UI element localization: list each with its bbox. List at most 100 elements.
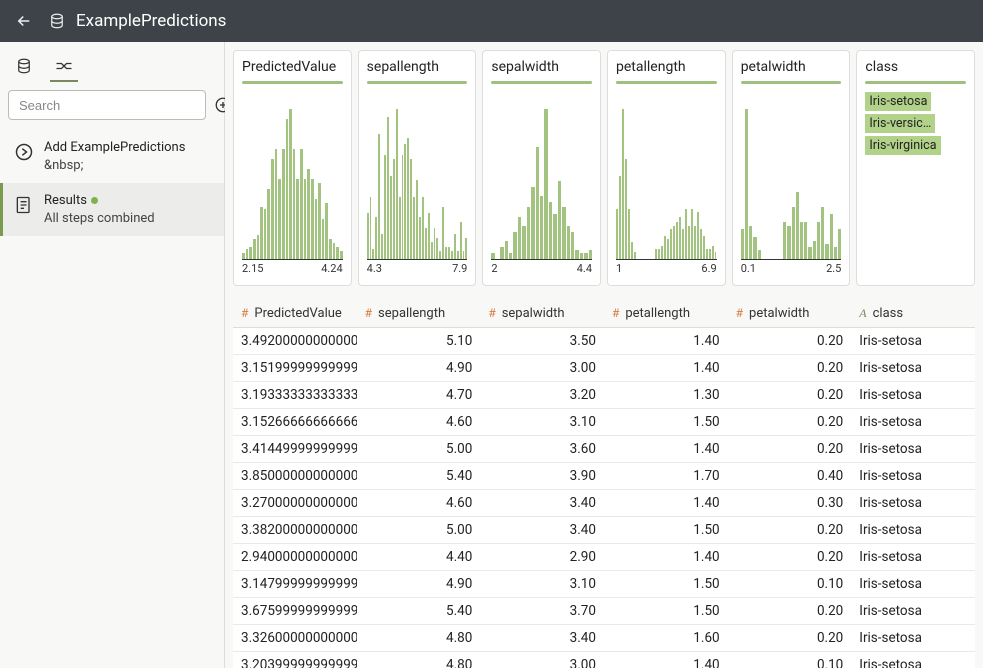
column-summary-card[interactable]: sepallength4.37.9 bbox=[358, 50, 477, 286]
histogram-bar bbox=[834, 247, 837, 259]
column-summary-card[interactable]: sepalwidth24.4 bbox=[482, 50, 601, 286]
histogram-bar bbox=[522, 226, 525, 259]
column-summary-card[interactable]: classIris-setosaIris-versic…Iris-virgini… bbox=[856, 50, 975, 286]
sidebar-item-label: Results bbox=[44, 193, 155, 208]
histogram-bar bbox=[622, 109, 624, 259]
sidebar-item-results[interactable]: Results All steps combined bbox=[0, 183, 224, 236]
histogram-bar bbox=[670, 229, 672, 259]
results-icon bbox=[14, 193, 34, 215]
table-cell: 3.50 bbox=[480, 328, 604, 355]
card-title: petallength bbox=[616, 59, 717, 75]
table-cell: Iris-setosa bbox=[851, 355, 975, 382]
table-cell: 0.10 bbox=[728, 652, 852, 668]
search-input[interactable] bbox=[8, 90, 206, 120]
histogram-bar bbox=[413, 197, 415, 260]
table-row[interactable]: 3.41449999999999855.003.601.400.20Iris-s… bbox=[233, 436, 975, 463]
column-header-label: sepalwidth bbox=[502, 306, 565, 321]
column-summary-card[interactable]: PredictedValue2.154.24 bbox=[233, 50, 352, 286]
histogram-bar bbox=[375, 217, 377, 259]
column-header[interactable]: #petalwidth bbox=[728, 300, 852, 328]
histogram-bar bbox=[336, 247, 339, 259]
table-row[interactable]: 3.15266666666666504.603.101.500.20Iris-s… bbox=[233, 409, 975, 436]
histogram-bar bbox=[800, 222, 803, 260]
histogram-bar bbox=[679, 217, 681, 259]
table-row[interactable]: 3.20399999999999904.803.001.400.10Iris-s… bbox=[233, 652, 975, 668]
histogram-bar bbox=[465, 238, 467, 259]
table-cell: 3.6759999999999980 bbox=[233, 598, 357, 625]
column-header-label: class bbox=[873, 306, 903, 321]
table-cell: 0.20 bbox=[728, 544, 852, 571]
table-cell: 1.50 bbox=[604, 409, 728, 436]
histogram-bar bbox=[271, 159, 274, 259]
table-cell: 1.50 bbox=[604, 571, 728, 598]
table-cell: 4.80 bbox=[357, 652, 481, 668]
card-title: sepallength bbox=[367, 59, 468, 75]
tab-datasets[interactable] bbox=[12, 52, 36, 80]
histogram-bar bbox=[838, 229, 841, 259]
table-row[interactable]: 3.32600000000000204.803.401.600.20Iris-s… bbox=[233, 625, 975, 652]
card-underline bbox=[865, 81, 966, 84]
histogram-bar bbox=[396, 109, 398, 259]
histogram-bar bbox=[527, 207, 530, 260]
card-title: petalwidth bbox=[741, 59, 842, 75]
histogram-bar bbox=[399, 197, 401, 260]
histogram-bar bbox=[322, 219, 325, 259]
sidebar-item-add[interactable]: Add ExamplePredictions &nbsp; bbox=[0, 130, 224, 183]
table-row[interactable]: 3.85000000000000305.403.901.700.40Iris-s… bbox=[233, 463, 975, 490]
column-summary-card[interactable]: petallength 16.9 bbox=[607, 50, 726, 286]
column-header[interactable]: #sepallength bbox=[357, 300, 481, 328]
table-cell: 0.40 bbox=[728, 463, 852, 490]
histogram-bar bbox=[340, 251, 343, 259]
column-header[interactable]: Aclass bbox=[851, 300, 975, 328]
column-header-label: petalwidth bbox=[749, 306, 809, 321]
column-header[interactable]: #petallength bbox=[604, 300, 728, 328]
histogram-bar bbox=[709, 249, 711, 259]
histogram: 0.12.5 bbox=[741, 92, 842, 273]
histogram-bar bbox=[286, 119, 289, 259]
histogram-bar bbox=[783, 222, 786, 260]
table-cell: 0.20 bbox=[728, 598, 852, 625]
card-underline bbox=[491, 81, 592, 84]
axis-labels: 24.4 bbox=[491, 262, 592, 275]
histogram-bar bbox=[367, 213, 369, 259]
histogram-bar bbox=[619, 176, 621, 259]
table-cell: 0.20 bbox=[728, 436, 852, 463]
column-summary-card[interactable]: petalwidth 0.12.5 bbox=[732, 50, 851, 286]
table-row[interactable]: 3.19333333333333254.703.201.300.20Iris-s… bbox=[233, 382, 975, 409]
table-cell: 4.80 bbox=[357, 625, 481, 652]
histogram-bar bbox=[289, 109, 292, 259]
table-cell: 4.60 bbox=[357, 490, 481, 517]
histogram-bar bbox=[562, 207, 565, 260]
table-cell: Iris-setosa bbox=[851, 463, 975, 490]
table-cell: 5.40 bbox=[357, 463, 481, 490]
histogram-bar bbox=[536, 147, 539, 260]
table-cell: Iris-setosa bbox=[851, 652, 975, 668]
histogram-bar bbox=[813, 241, 816, 259]
card-underline bbox=[741, 81, 842, 84]
table-cell: 0.20 bbox=[728, 328, 852, 355]
table-row[interactable]: 3.14799999999999754.903.101.500.10Iris-s… bbox=[233, 571, 975, 598]
back-button[interactable] bbox=[12, 9, 36, 33]
table-cell: 3.2700000000000020 bbox=[233, 490, 357, 517]
table-row[interactable]: 3.67599999999999805.403.701.500.20Iris-s… bbox=[233, 598, 975, 625]
table-row[interactable]: 3.38200000000000145.003.401.500.20Iris-s… bbox=[233, 517, 975, 544]
table-cell: 3.90 bbox=[480, 463, 604, 490]
histogram-bar bbox=[264, 209, 267, 259]
column-header[interactable]: #sepalwidth bbox=[480, 300, 604, 328]
histogram-bar bbox=[293, 149, 296, 259]
table-row[interactable]: 3.15199999999999974.903.001.400.20Iris-s… bbox=[233, 355, 975, 382]
table-cell: 1.40 bbox=[604, 490, 728, 517]
table-cell: Iris-setosa bbox=[851, 409, 975, 436]
table-row[interactable]: 3.27000000000000204.603.401.400.30Iris-s… bbox=[233, 490, 975, 517]
histogram: 16.9 bbox=[616, 92, 717, 273]
histogram-bar bbox=[282, 149, 285, 259]
table-row[interactable]: 3.49200000000000045.103.501.400.20Iris-s… bbox=[233, 328, 975, 355]
histogram-bar bbox=[589, 250, 592, 259]
histogram-bar bbox=[311, 179, 314, 259]
table-cell: 3.60 bbox=[480, 436, 604, 463]
histogram-bar bbox=[384, 155, 386, 259]
tab-flow[interactable] bbox=[52, 52, 76, 80]
dataset-icon bbox=[48, 12, 66, 30]
column-header[interactable]: #PredictedValue bbox=[233, 300, 357, 328]
table-row[interactable]: 2.94000000000000104.402.901.400.20Iris-s… bbox=[233, 544, 975, 571]
